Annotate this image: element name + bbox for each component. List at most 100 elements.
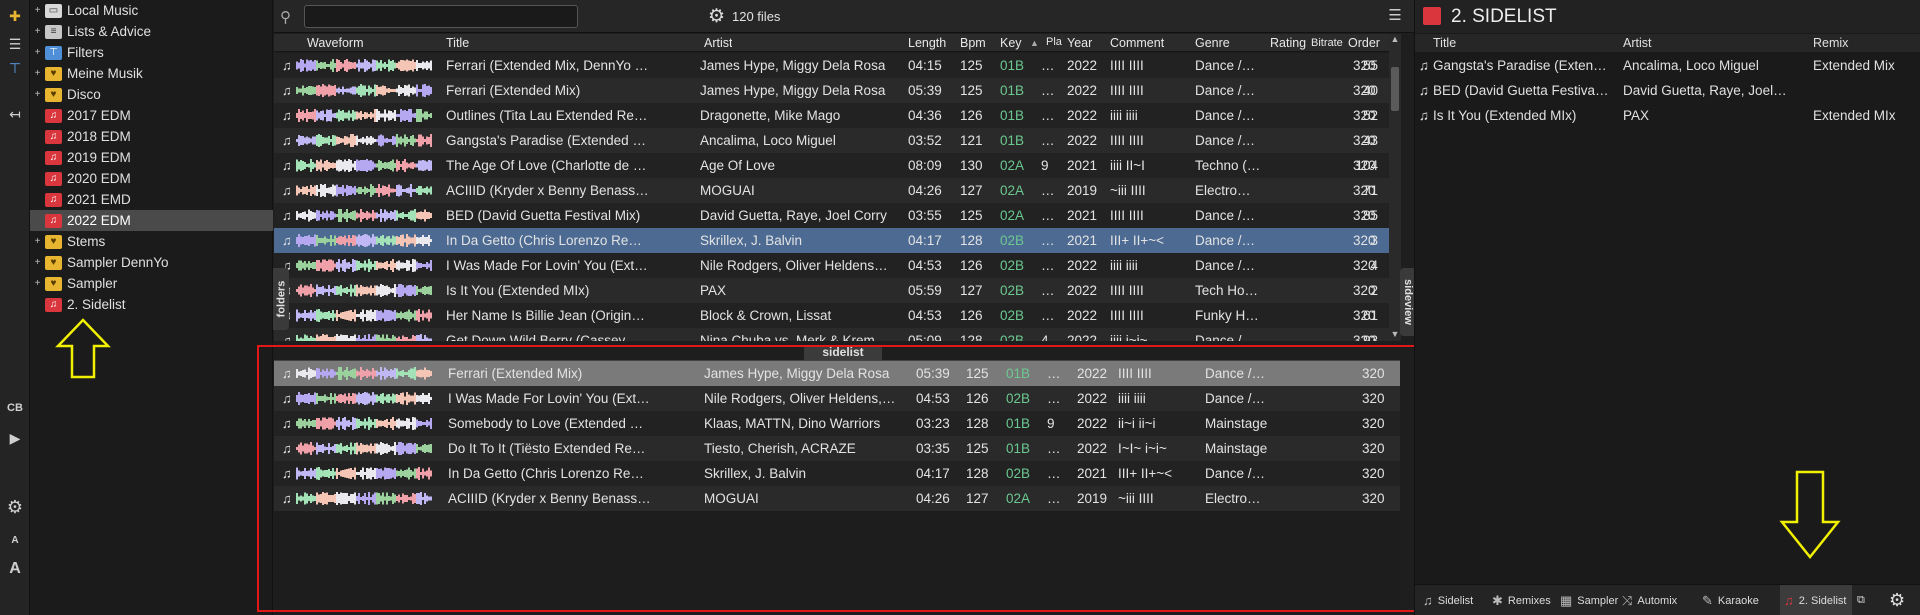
add-folder-icon[interactable]: ✚ xyxy=(4,6,26,26)
table-row[interactable]: ♫ ACIIID (Kryder x Benny Benassi Exte… MOG… xyxy=(274,178,1390,203)
playlist-icon: ♫ xyxy=(45,192,62,207)
add-filter-icon[interactable]: ⊤ xyxy=(4,58,26,78)
tree-item[interactable]: ♫ 2022 EDM xyxy=(30,210,273,231)
sidelist-tab[interactable]: sidelist xyxy=(804,345,882,360)
font-smaller-button[interactable]: A xyxy=(11,535,18,546)
font-larger-button[interactable]: A xyxy=(9,560,21,578)
scroll-thumb[interactable] xyxy=(1391,67,1399,111)
tree-item[interactable]: + ♥ Stems xyxy=(30,231,273,252)
cell-artist: Nile Rodgers, Oliver Heldens… xyxy=(700,258,888,273)
cell-genre: Electro… xyxy=(1195,183,1251,198)
cell-comment: ii~i ii~i xyxy=(1118,416,1156,431)
cell-order: 2 xyxy=(1370,283,1378,298)
col-order[interactable]: Order xyxy=(1348,36,1380,50)
cell-genre: Dance /… xyxy=(1205,466,1266,481)
music-note-icon: ♫ xyxy=(1419,83,1430,98)
cell-bpm: 128 xyxy=(966,466,989,481)
table-row[interactable]: ♫ BED (David Guetta Festival Mix) David Gu… xyxy=(274,203,1390,228)
col-year[interactable]: Year xyxy=(1067,36,1092,50)
expand-toggle[interactable]: + xyxy=(33,5,42,16)
tree-item-label: Lists & Advice xyxy=(67,24,152,39)
expand-toggle[interactable]: + xyxy=(33,68,42,79)
cell-order: 55 xyxy=(1362,58,1378,73)
col-bpm[interactable]: Bpm xyxy=(960,36,986,50)
cell-plays: … xyxy=(1041,283,1055,298)
col-plays[interactable]: Pla xyxy=(1046,36,1062,48)
expand-toggle[interactable]: + xyxy=(33,278,42,289)
expand-toggle[interactable]: + xyxy=(33,257,42,268)
table-row[interactable]: ♫ In Da Getto (Chris Lorenzo Remix) Skrill… xyxy=(274,228,1390,253)
cell-plays: … xyxy=(1047,391,1061,406)
table-row[interactable]: ♫Her Name Is Billie Jean (Original Mix)B… xyxy=(274,303,1390,328)
col-genre[interactable]: Genre xyxy=(1195,36,1230,50)
back-icon[interactable]: ↤ xyxy=(4,104,26,124)
tab-playlist[interactable]: ♫ 2. Sidelist xyxy=(1780,585,1852,615)
settings-gear-icon[interactable]: ⚙ xyxy=(4,497,26,517)
tab-remixes[interactable]: ✱ Remixes xyxy=(1488,585,1551,615)
col-artist[interactable]: Artist xyxy=(704,36,732,50)
expand-toggle[interactable]: + xyxy=(33,89,42,100)
search-icon[interactable]: ⚲ xyxy=(280,8,291,26)
gear-icon[interactable]: ⚙ xyxy=(708,5,725,28)
sv-col-artist[interactable]: Artist xyxy=(1623,36,1651,50)
col-waveform[interactable]: Waveform xyxy=(307,36,364,50)
table-row[interactable]: ♫ Ferrari (Extended Mix) James Hype, Miggy… xyxy=(274,78,1390,103)
tree-item[interactable]: ♫ 2018 EDM xyxy=(30,126,273,147)
add-playlist-icon[interactable]: ☰ xyxy=(4,34,26,54)
settings-gear-icon[interactable]: ⚙ xyxy=(1889,585,1917,615)
table-row[interactable]: ♫ Gangsta's Paradise (Extended Mix) Ancali… xyxy=(274,128,1390,153)
tab-automix[interactable]: ⤨ Automix xyxy=(1618,585,1692,615)
tab-sidelist[interactable]: ♫ Sidelist xyxy=(1419,585,1483,615)
table-row[interactable]: ♫ Ferrari (Extended Mix, DennYo Edit) Jame… xyxy=(274,53,1390,78)
tree-item[interactable]: ♫ 2019 EDM xyxy=(30,147,273,168)
table-row[interactable]: ♫ In Da Getto (Chris Lorenzo Remix) Skrill… xyxy=(274,461,1400,486)
col-comment[interactable]: Comment xyxy=(1110,36,1164,50)
cb-button[interactable]: CB xyxy=(7,402,23,414)
expand-toggle[interactable]: + xyxy=(33,26,42,37)
tree-item[interactable]: ♫ 2020 EDM xyxy=(30,168,273,189)
tree-item[interactable]: ♫ 2017 EDM xyxy=(30,105,273,126)
col-length[interactable]: Length xyxy=(908,36,946,50)
col-key[interactable]: Key xyxy=(1000,36,1022,50)
table-row[interactable]: ♫ Do It To It (Tiësto Extended Remix) Ties… xyxy=(274,436,1400,461)
tab-sampler[interactable]: ▦ Sampler xyxy=(1556,585,1618,615)
waveform-thumbnail xyxy=(296,492,432,505)
table-row[interactable]: ♫ The Age Of Love (Charlotte de Witte… Age… xyxy=(274,153,1390,178)
sv-col-title[interactable]: Title xyxy=(1433,36,1456,50)
expand-toggle[interactable]: + xyxy=(33,236,42,247)
tree-item[interactable]: ♫ 2021 EMD xyxy=(30,189,273,210)
tree-item[interactable]: ♫ 2. Sidelist xyxy=(30,294,273,315)
tab-karaoke[interactable]: ✎ Karaoke xyxy=(1698,585,1776,615)
sideview-row[interactable]: ♫ Is It You (Extended MIx) PAX Extended MIx xyxy=(1415,103,1920,128)
col-title[interactable]: Title xyxy=(446,36,469,50)
undock-icon[interactable]: ⧉ xyxy=(1857,585,1883,615)
sideview-row[interactable]: ♫ Gangsta's Paradise (Exten… Ancalima, Loc… xyxy=(1415,53,1920,78)
table-row[interactable]: ♫Is It You (Extended MIx)PAX05:5912702B…… xyxy=(274,278,1390,303)
col-bitrate[interactable]: Bitrate xyxy=(1311,37,1343,49)
sv-col-remix[interactable]: Remix xyxy=(1813,36,1848,50)
tree-item[interactable]: + ♥ Meine Musik xyxy=(30,63,273,84)
filter-folder-icon: ⊤ xyxy=(45,45,62,60)
column-menu-icon[interactable]: ☰ xyxy=(1384,6,1406,26)
tree-item[interactable]: + ♥ Sampler xyxy=(30,273,273,294)
tree-item[interactable]: + ⊤ Filters xyxy=(30,42,273,63)
table-row[interactable]: ♫ ACIIID (Kryder x Benny Benassi Exte… MOG… xyxy=(274,486,1400,511)
tree-item[interactable]: + ♥ Disco xyxy=(30,84,273,105)
sideview-row[interactable]: ♫ BED (David Guetta Festiva… David Guetta,… xyxy=(1415,78,1920,103)
tree-item[interactable]: + ▭ Local Music xyxy=(30,0,273,21)
search-input[interactable] xyxy=(304,5,578,28)
tree-item[interactable]: + ≡ Lists & Advice xyxy=(30,21,273,42)
col-rating[interactable]: Rating xyxy=(1270,36,1306,50)
cell-artist: James Hype, Miggy Dela Rosa xyxy=(700,83,886,98)
folders-tab[interactable]: folders xyxy=(273,268,289,330)
table-row[interactable]: ♫I Was Made For Lovin' You (Extended)Nil… xyxy=(274,253,1390,278)
table-row[interactable]: ♫ Outlines (Tita Lau Extended Remix) Drago… xyxy=(274,103,1390,128)
table-row[interactable]: ♫ Somebody to Love (Extended Mix) Klaas, M… xyxy=(274,411,1400,436)
tree-item[interactable]: + ♥ Sampler DennYo xyxy=(30,252,273,273)
table-row[interactable]: ♫ Get Down Wild Berry (Cassey Doreen… Nina… xyxy=(274,328,1390,341)
table-row[interactable]: ♫ Ferrari (Extended Mix) James Hype, Miggy… xyxy=(274,361,1400,386)
scroll-up-icon[interactable]: ▲ xyxy=(1389,34,1401,46)
table-row[interactable]: ♫I Was Made For Lovin' You (Extended)Nil… xyxy=(274,386,1400,411)
play-icon[interactable]: ▶ xyxy=(4,428,26,448)
expand-toggle[interactable]: + xyxy=(33,47,42,58)
